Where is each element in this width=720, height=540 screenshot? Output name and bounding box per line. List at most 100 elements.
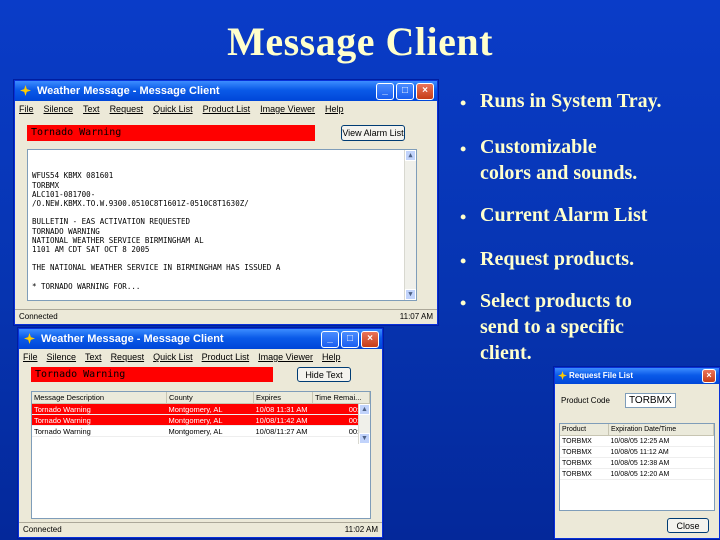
message-lines: WFUS54 KBMX 081601 TORBMX ALC101-081700-/O… <box>32 171 412 291</box>
request-file-table: Product Expiration Date/Time TORBMX 10/0… <box>559 423 715 511</box>
bullet-item: • Select products to send to a specific … <box>460 290 632 364</box>
row-description: Tornado Warning <box>32 425 167 437</box>
weather-app-icon <box>24 333 35 344</box>
scroll-down-icon[interactable]: ▼ <box>359 433 370 444</box>
row-description: Tornado Warning <box>32 414 167 426</box>
main-status-bar: Connected 11:07 AM <box>15 309 437 324</box>
bullet-item: • Current Alarm List <box>460 202 720 228</box>
alarm-status-bar: Connected 11:02 AM <box>19 522 382 537</box>
message-line: BULLETIN - EAS ACTIVATION REQUESTED <box>32 217 191 227</box>
menu-quick-list[interactable]: Quick List <box>153 349 193 365</box>
row-expires: 10/08/11:42 AM <box>253 414 313 426</box>
message-line: THE NATIONAL WEATHER SERVICE IN BIRMINGH… <box>32 263 281 273</box>
col-time-remaining[interactable]: Time Remai... <box>312 392 370 404</box>
row-expiration: 10/08/05 12:38 AM <box>608 457 714 469</box>
menu-request[interactable]: Request <box>111 349 145 365</box>
alarm-window-titlebar[interactable]: Weather Message - Message Client _ □ × <box>19 329 382 349</box>
alarm-window-title: Weather Message - Message Client <box>41 333 224 345</box>
product-code-label: Product Code <box>561 396 610 405</box>
alarm-list-table: Message Description County Expires Time … <box>31 391 371 519</box>
table-row[interactable]: TORBMX 10/08/05 11:12 AM <box>560 446 714 458</box>
bullet-dot-icon: • <box>460 139 467 159</box>
bullet-dot-icon: • <box>460 251 467 271</box>
minimize-button[interactable]: _ <box>376 83 394 100</box>
alarm-scrollbar[interactable]: ▲ ▼ <box>358 404 370 444</box>
main-menubar: File Silence Text Request Quick List Pro… <box>15 101 437 117</box>
col-expiration[interactable]: Expiration Date/Time <box>608 424 714 436</box>
menu-image-viewer[interactable]: Image Viewer <box>258 349 313 365</box>
message-line: /O.NEW.KBMX.TO.W.9300.0510C8T1601Z-0510C… <box>32 199 249 209</box>
menu-text[interactable]: Text <box>83 101 100 117</box>
scroll-up-icon[interactable]: ▲ <box>405 150 416 161</box>
product-code-input[interactable]: TORBMX <box>625 393 676 408</box>
row-county: Montgomery, AL <box>166 425 254 437</box>
row-expiration: 10/08/05 12:25 AM <box>608 435 714 447</box>
hide-text-button[interactable]: Hide Text <box>297 367 351 382</box>
row-product: TORBMX <box>560 457 609 469</box>
row-expiration: 10/08/05 12:20 AM <box>608 468 714 480</box>
menu-product-list[interactable]: Product List <box>203 101 251 117</box>
bullet-dot-icon: • <box>460 207 467 227</box>
table-row[interactable]: TORBMX 10/08/05 12:25 AM <box>560 435 714 447</box>
message-line: TORBMX <box>32 180 60 190</box>
message-line: WFUS54 KBMX 081601 <box>32 171 114 181</box>
maximize-button[interactable]: □ <box>396 83 414 100</box>
scroll-up-icon[interactable]: ▲ <box>359 404 370 415</box>
menu-request[interactable]: Request <box>110 101 144 117</box>
connection-status: Connected <box>19 312 58 321</box>
message-line: NATIONAL WEATHER SERVICE BIRMINGHAM AL <box>32 235 204 245</box>
status-clock: 11:07 AM <box>399 312 433 321</box>
menu-help[interactable]: Help <box>322 349 341 365</box>
message-line: 1101 AM CDT SAT OCT 8 2005 <box>32 245 150 255</box>
message-scrollbar[interactable]: ▲ ▼ <box>404 150 416 300</box>
status-clock: 11:02 AM <box>344 525 378 534</box>
menu-silence[interactable]: Silence <box>44 101 74 117</box>
scroll-down-icon[interactable]: ▼ <box>405 289 416 300</box>
col-product[interactable]: Product <box>560 424 609 436</box>
col-message-description[interactable]: Message Description <box>32 392 167 404</box>
menu-file[interactable]: File <box>19 101 34 117</box>
col-county[interactable]: County <box>166 392 254 404</box>
main-window-titlebar[interactable]: Weather Message - Message Client _ □ × <box>15 81 437 101</box>
menu-help[interactable]: Help <box>325 101 344 117</box>
menu-quick-list[interactable]: Quick List <box>153 101 193 117</box>
row-description: Tornado Warning <box>32 403 167 415</box>
row-expires: 10/08 11:31 AM <box>253 403 313 415</box>
view-alarm-list-button[interactable]: View Alarm List <box>341 125 405 141</box>
row-county: Montgomery, AL <box>166 403 254 415</box>
message-text-area[interactable]: WFUS54 KBMX 081601 TORBMX ALC101-081700-/O… <box>27 149 417 301</box>
row-expires: 10/08/11:27 AM <box>253 425 313 437</box>
main-window-title: Weather Message - Message Client <box>37 85 220 97</box>
bullet-item: • Customizable colors and sounds. <box>460 136 638 184</box>
feature-bullets: • Runs in System Tray. • Customizable co… <box>460 88 720 380</box>
col-expires[interactable]: Expires <box>253 392 313 404</box>
message-line <box>32 254 412 263</box>
menu-product-list[interactable]: Product List <box>202 349 250 365</box>
table-row[interactable]: Tornado Warning Montgomery, AL 10/08/11:… <box>32 414 370 426</box>
close-button[interactable]: × <box>361 331 379 348</box>
message-line: * TORNADO WARNING FOR... <box>32 281 141 291</box>
connection-status: Connected <box>23 525 62 534</box>
maximize-button[interactable]: □ <box>341 331 359 348</box>
bullet-item: • Request products. <box>460 246 720 272</box>
minimize-button[interactable]: _ <box>321 331 339 348</box>
message-line <box>32 208 412 217</box>
row-product: TORBMX <box>560 446 609 458</box>
alarm-menubar: File Silence Text Request Quick List Pro… <box>19 349 382 365</box>
row-expiration: 10/08/05 11:12 AM <box>608 446 714 458</box>
menu-file[interactable]: File <box>23 349 38 365</box>
row-product: TORBMX <box>560 468 609 480</box>
table-row[interactable]: Tornado Warning Montgomery, AL 10/08 11:… <box>32 403 370 415</box>
table-row[interactable]: TORBMX 10/08/05 12:38 AM <box>560 457 714 469</box>
close-dialog-button[interactable]: Close <box>667 518 709 533</box>
menu-image-viewer[interactable]: Image Viewer <box>260 101 315 117</box>
menu-text[interactable]: Text <box>85 349 102 365</box>
menu-silence[interactable]: Silence <box>47 349 77 365</box>
table-row[interactable]: Tornado Warning Montgomery, AL 10/08/11:… <box>32 425 370 437</box>
close-button[interactable]: × <box>416 83 434 100</box>
table-row[interactable]: TORBMX 10/08/05 12:20 AM <box>560 468 714 480</box>
message-line: TORNADO WARNING <box>32 226 100 236</box>
row-county: Montgomery, AL <box>166 414 254 426</box>
message-line <box>32 273 412 282</box>
current-alarm-bar: Tornado Warning <box>27 125 315 141</box>
